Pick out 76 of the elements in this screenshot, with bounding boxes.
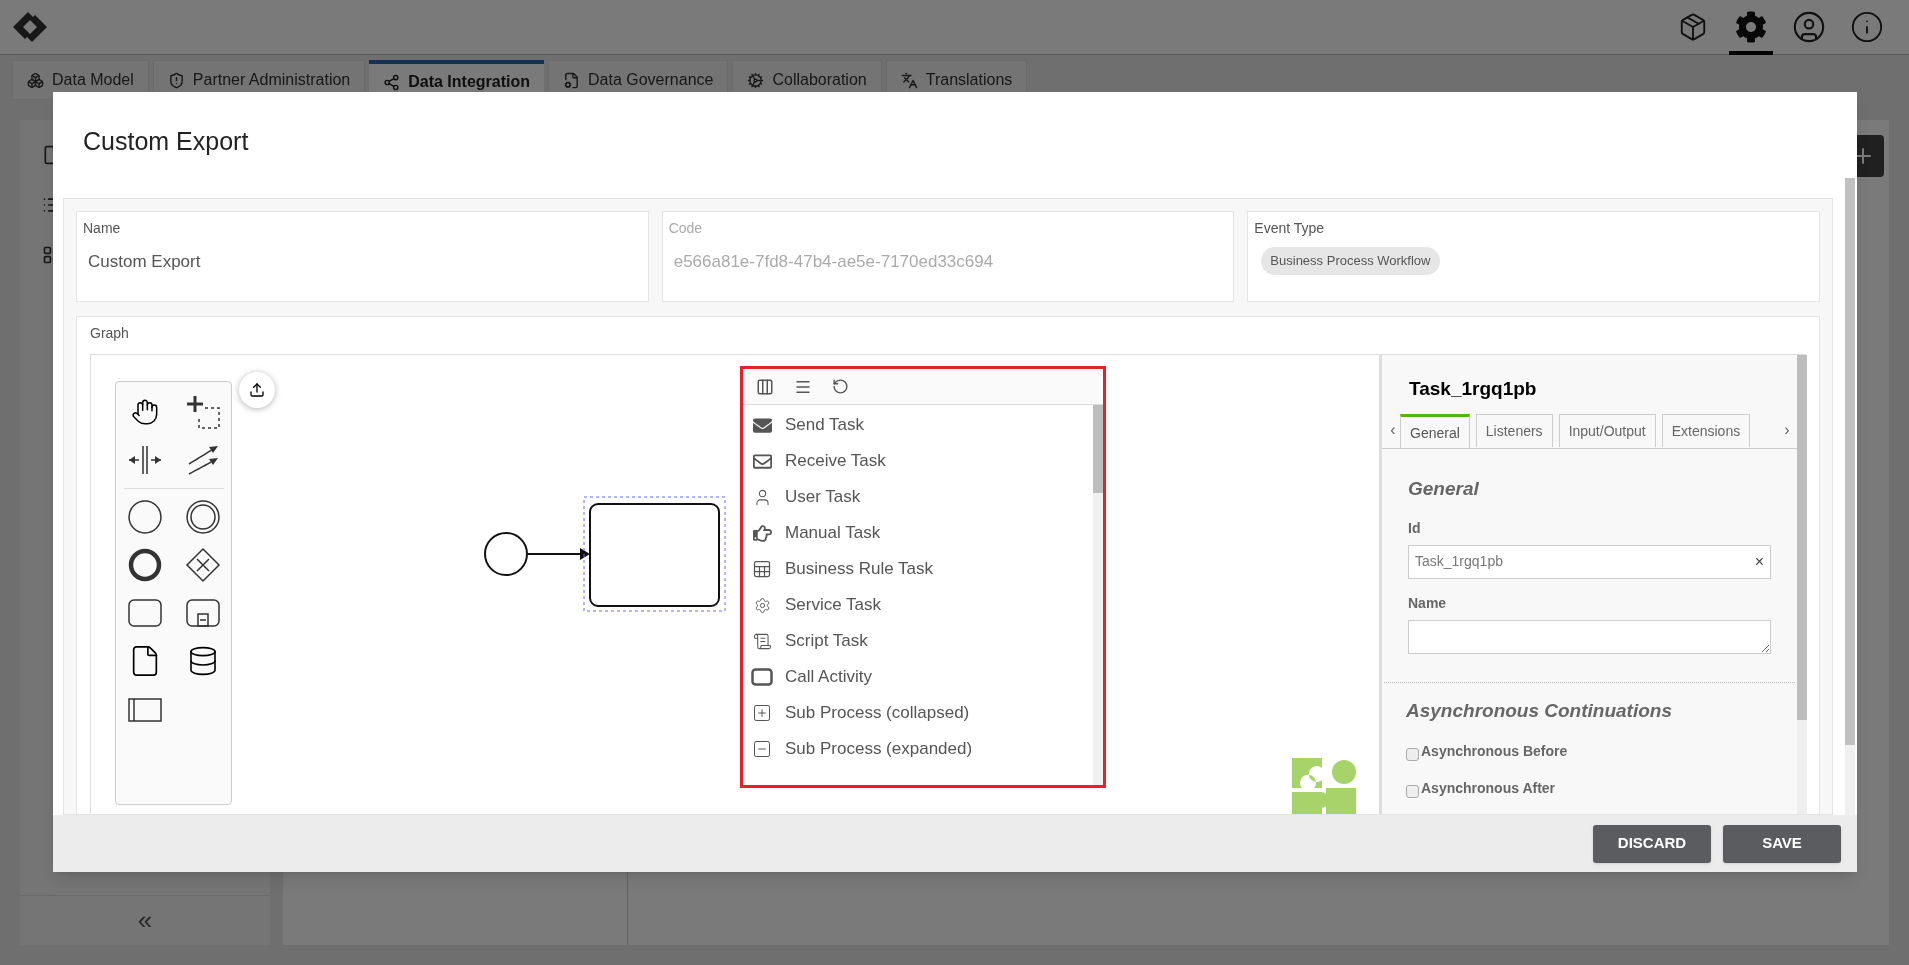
clear-button[interactable]: × [1754,549,1764,574]
name-input[interactable] [1408,619,1771,654]
rounded-square-icon [751,668,773,686]
thick-circle-icon [126,547,163,583]
rounded-rectangle-icon [126,598,163,628]
task-shape[interactable] [589,503,720,607]
section-heading: Asynchronous Continuations [1405,698,1673,723]
menu-item[interactable]: Script Task [743,623,1093,659]
menu-item[interactable]: Call Activity [743,659,1093,695]
lasso-icon [184,394,221,430]
scrollbar-thumb[interactable] [1845,178,1855,745]
field-label: Code [668,219,704,238]
dialog-title: Custom Export [83,126,250,157]
subprocess-icon [184,598,221,628]
dialog-button[interactable]: DISCARD [1593,824,1711,863]
rotate-icon[interactable] [832,378,849,395]
export-button[interactable] [239,372,275,408]
checkbox-label: Asynchronous Before [1421,742,1568,761]
diamond-x-icon [184,547,221,583]
checkbox-label: Asynchronous After [1421,779,1556,798]
checkbox[interactable] [1406,785,1419,798]
menu-item[interactable]: Sub Process (expanded) [743,731,1093,767]
pool-icon [126,695,163,723]
table-icon [752,559,772,579]
envelope-icon [752,415,772,435]
graph-label: Graph [90,324,130,343]
menu-item[interactable]: Service Task [743,587,1093,623]
scrollbar-thumb[interactable] [1093,405,1103,493]
hand-icon [752,523,772,543]
section-heading: General [1407,477,1480,501]
envelope-icon [752,451,772,471]
translate-icon [900,71,918,89]
sequence-flow-arrow[interactable] [527,548,590,560]
dialog-button[interactable]: SAVE [1723,824,1841,863]
square-minus-icon [752,739,772,759]
property-tab[interactable]: Listeners [1475,414,1553,447]
puzzle-logo-icon [1292,758,1358,814]
property-tab[interactable]: Extensions [1661,414,1751,447]
checkbox[interactable] [1406,748,1419,761]
event-type-tag: Business Process Workflow [1261,247,1440,275]
tab-scroll-left[interactable]: ‹ [1386,418,1400,448]
user-icon [1792,10,1826,44]
square-plus-icon [752,703,772,723]
menu-item[interactable]: Manual Task [743,515,1093,551]
scrollbar-thumb[interactable] [1797,355,1807,720]
gear-icon [753,596,771,614]
nodes-icon [383,73,401,91]
package-icon [1678,12,1708,42]
field-label: Event Type [1254,219,1326,238]
circle-icon [126,499,163,535]
info-icon [1850,10,1884,44]
cubes-icon [27,71,44,89]
gears-icon [747,71,765,89]
field-label: Id [1408,518,1422,538]
settings-icon [1735,11,1767,43]
field-label: Name [1408,593,1448,613]
upload-icon [249,382,265,398]
menu-item[interactable]: User Task [743,479,1093,515]
scroll-icon [752,631,772,651]
id-input[interactable]: Task_1rgq1pb × [1408,544,1771,579]
property-tab[interactable]: General [1400,414,1470,448]
menu-item[interactable]: Business Rule Task [743,551,1093,587]
shield-icon [167,71,185,89]
document-gear-icon [563,71,581,89]
start-event[interactable] [484,532,528,576]
menu-item[interactable]: Sub Process (collapsed) [743,695,1093,731]
field-label: Name [83,219,122,238]
property-tab[interactable]: Input/Output [1558,414,1656,447]
hand-icon [130,398,159,426]
element-title: Task_1rgq1pb [1408,377,1538,401]
tab-scroll-right[interactable]: › [1781,418,1793,448]
double-circle-icon [184,499,221,535]
field-value[interactable]: Custom Export [83,249,642,275]
menu-item[interactable]: Send Task [743,407,1093,443]
menu-item[interactable]: Receive Task [743,443,1093,479]
columns-icon[interactable] [756,377,774,396]
